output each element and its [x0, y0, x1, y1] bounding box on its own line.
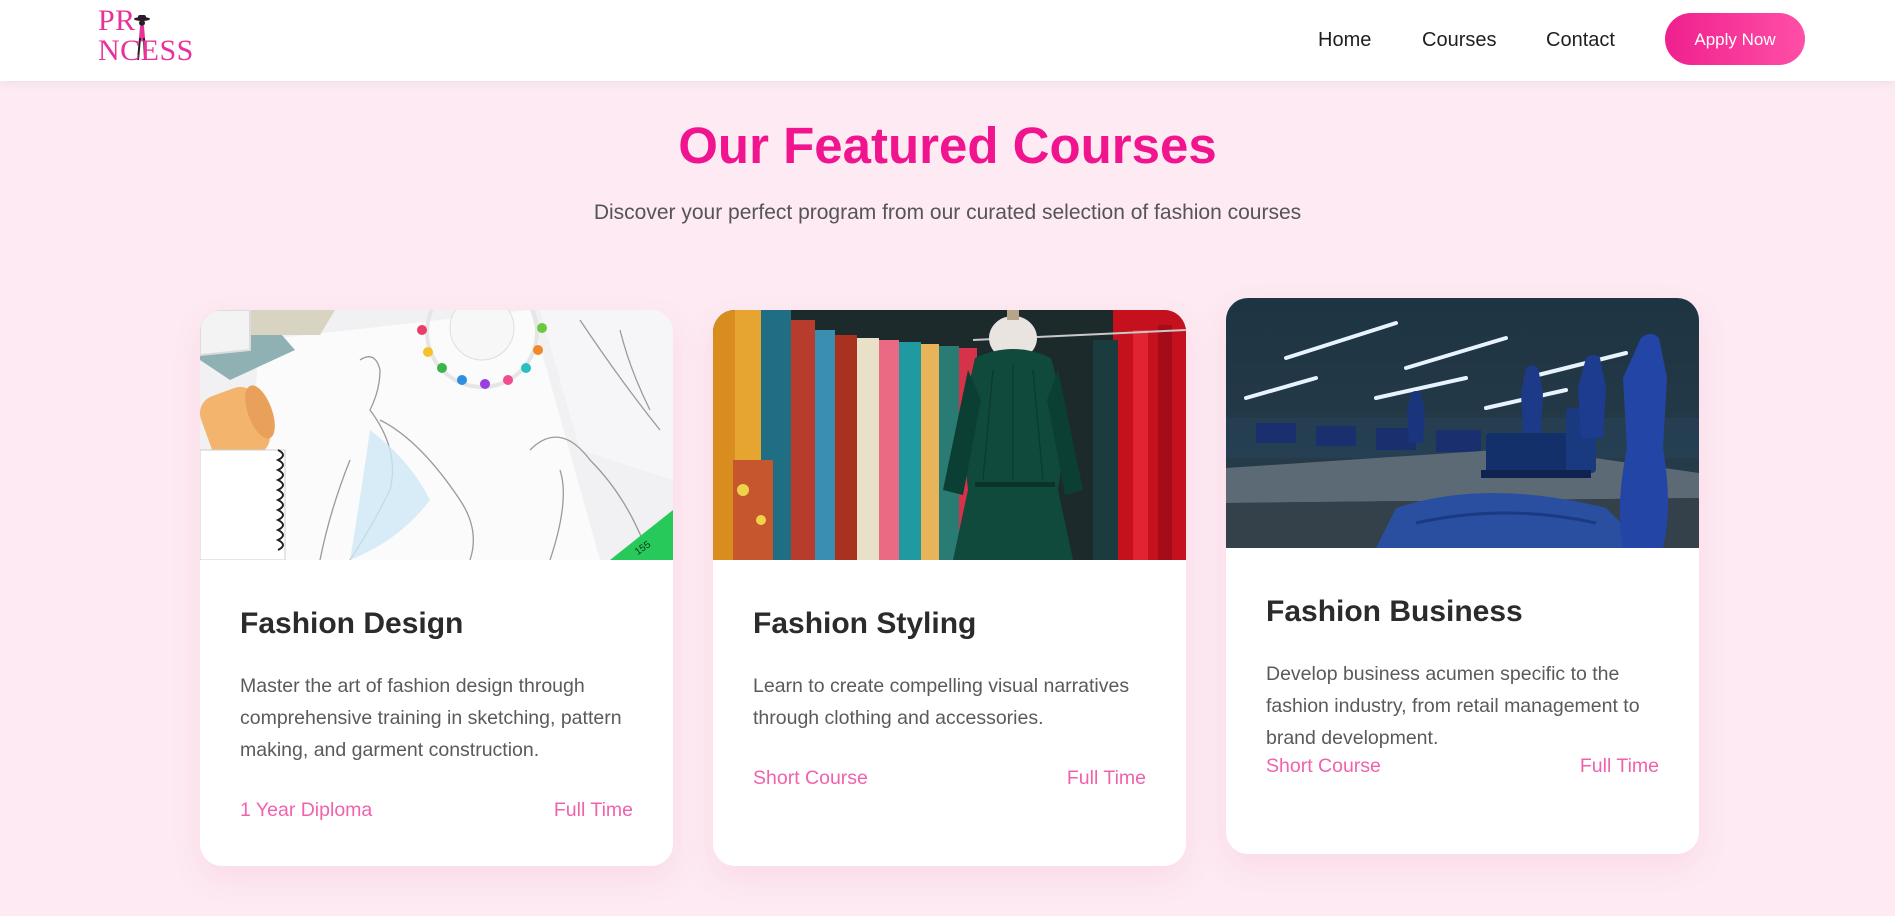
- course-title: Fashion Design: [240, 607, 464, 640]
- course-mode: Full Time: [1066, 767, 1146, 789]
- course-description: Master the art of fashion design through…: [240, 675, 622, 761]
- course-image-fashion-styling: [713, 310, 1186, 560]
- course-mode: Full Time: [1579, 755, 1659, 777]
- course-mode: Full Time: [553, 799, 633, 821]
- course-description: Learn to create compelling visual narrat…: [753, 675, 1130, 729]
- nav-home-link[interactable]: Home: [1318, 0, 1371, 81]
- logo-text: PRNCESS: [98, 4, 194, 67]
- apply-now-button[interactable]: Apply Now: [1665, 13, 1805, 65]
- course-card-fashion-business[interactable]: Fashion Business Develop business acumen…: [1226, 298, 1699, 854]
- nav-courses-link[interactable]: Courses: [1422, 0, 1496, 81]
- princess-logo[interactable]: PRNCESS: [98, 6, 240, 66]
- course-title: Fashion Business: [1266, 595, 1523, 628]
- course-card-fashion-styling[interactable]: Fashion Styling Learn to create compelli…: [713, 310, 1186, 866]
- course-duration: Short Course: [1266, 755, 1381, 777]
- section-title: Our Featured Courses: [678, 117, 1217, 174]
- course-image-fashion-design: 155: [200, 310, 673, 560]
- course-duration: Short Course: [753, 767, 868, 789]
- course-description: Develop business acumen specific to the …: [1266, 663, 1640, 749]
- nav-contact-link[interactable]: Contact: [1546, 0, 1615, 81]
- site-header: PRNCESS Home Courses Contact Apply Now: [0, 0, 1895, 81]
- section-subtitle: Discover your perfect program from our c…: [593, 201, 1302, 224]
- course-duration: 1 Year Diploma: [240, 799, 373, 821]
- course-card-fashion-design[interactable]: 155 Fashion Design Master the art of fas…: [200, 310, 673, 866]
- course-title: Fashion Styling: [753, 607, 977, 640]
- course-image-fashion-business: [1226, 298, 1699, 548]
